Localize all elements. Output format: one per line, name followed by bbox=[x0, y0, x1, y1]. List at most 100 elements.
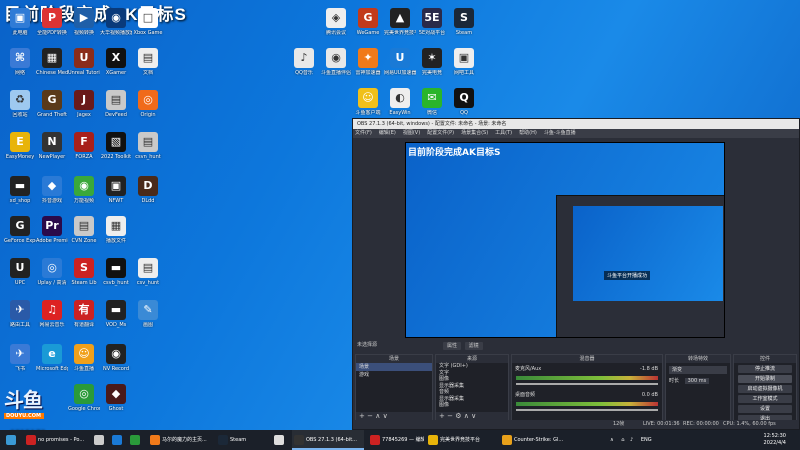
source-item[interactable]: 图像 bbox=[436, 402, 508, 409]
taskbar-button[interactable] bbox=[110, 430, 126, 450]
desktop-icon[interactable]: ◈ 腾讯会议 bbox=[320, 8, 352, 36]
desktop-icon[interactable]: ▶ 视频转换 bbox=[68, 8, 100, 36]
desktop-icon[interactable]: Pr Adobe Premiere bbox=[36, 216, 68, 244]
move-up-icon[interactable]: ∧ bbox=[375, 412, 380, 420]
desktop-icon[interactable]: ◉ 大华视频播放器 bbox=[100, 8, 132, 36]
tray-up-arrow-icon[interactable]: ∧ bbox=[610, 437, 614, 443]
obs-menu-item[interactable]: 工具(T) bbox=[495, 130, 512, 136]
desktop-icon[interactable]: ✎ 画图 bbox=[132, 300, 164, 328]
desktop-icon[interactable]: ◐ EasyWin bbox=[384, 88, 416, 116]
desktop-icon[interactable]: ◎ Uplay / 高清 bbox=[36, 258, 68, 286]
desktop-icon[interactable]: 有有道翻译 bbox=[68, 300, 100, 328]
source-settings-icon[interactable]: ⚙ bbox=[455, 412, 461, 420]
desktop-icon[interactable]: ▦ Chinese Media bbox=[36, 48, 68, 76]
desktop-icon[interactable]: ◉ 斗鱼直播伴侣 bbox=[320, 48, 352, 76]
add-scene-icon[interactable]: + bbox=[359, 412, 365, 420]
obs-preview-canvas[interactable]: 目前阶段完成AK目标S 斗鱼平台开播成功 bbox=[405, 142, 725, 338]
move-up-icon[interactable]: ∧ bbox=[464, 412, 469, 420]
obs-window[interactable]: OBS 27.1.3 (64-bit, windows) - 配置文件: 未命名… bbox=[352, 118, 800, 430]
system-tray[interactable]: ∧ ⌂ ♪ ENG bbox=[610, 430, 652, 450]
desktop-icon[interactable]: U UPC bbox=[4, 258, 36, 286]
desktop-icon[interactable]: ☺ 斗鱼直播 bbox=[68, 344, 100, 372]
desktop-icon[interactable]: ◉ NV Record bbox=[100, 344, 132, 372]
desktop-icon[interactable]: ▣ NFWT bbox=[100, 176, 132, 204]
desktop-icon[interactable]: ⌘ 网络 bbox=[4, 48, 36, 76]
desktop-icon[interactable]: □ Xbox Game bbox=[132, 8, 164, 36]
desktop-icon[interactable]: ▬ csvb_hunt bbox=[100, 258, 132, 286]
scene-item[interactable]: 游戏 bbox=[356, 371, 432, 379]
taskbar-button[interactable]: OBS 27.1.3 (64-bit... bbox=[292, 430, 364, 450]
desktop-icon[interactable]: ✉ 微信 bbox=[416, 88, 448, 116]
desktop-icon[interactable]: ▤ csv_hunt bbox=[132, 258, 164, 286]
volume-slider[interactable] bbox=[516, 409, 658, 411]
taskbar-button[interactable]: Counter-Strike: Gl... bbox=[500, 430, 572, 450]
transition-type-select[interactable]: 渐变 bbox=[669, 366, 727, 374]
desktop-icon[interactable]: 5E 5E对战平台 bbox=[416, 8, 448, 36]
control-button[interactable]: 启动虚拟摄像机 bbox=[738, 385, 792, 393]
desktop-icon[interactable]: ▣ 此电脑 bbox=[4, 8, 36, 36]
obs-menu-item[interactable]: 斗鱼-斗鱼直播 bbox=[544, 130, 576, 136]
taskbar-button[interactable]: 完美世界竞技平台 bbox=[426, 430, 498, 450]
obs-menu-item[interactable]: 场景集合(S) bbox=[461, 130, 488, 136]
desktop-icon[interactable]: ◎ Origin bbox=[132, 90, 164, 118]
desktop-icon[interactable]: ✈ 飞书 bbox=[4, 344, 36, 372]
obs-menu-item[interactable]: 配置文件(P) bbox=[427, 130, 454, 136]
desktop-icon[interactable]: F FORZA bbox=[68, 132, 100, 160]
desktop-icon[interactable]: ✶ 完美电竞 bbox=[416, 48, 448, 76]
filters-button[interactable]: 滤镜 bbox=[464, 342, 483, 350]
taskbar-button[interactable] bbox=[128, 430, 144, 450]
desktop-icon[interactable]: ▤ CVN Zone bbox=[68, 216, 100, 244]
desktop-icon[interactable]: G GeForce Experience bbox=[4, 216, 36, 244]
volume-icon[interactable]: ♪ bbox=[630, 437, 633, 443]
desktop-icon[interactable]: G Grand Theft bbox=[36, 90, 68, 118]
desktop-icon[interactable]: ▬ VOD_Ms bbox=[100, 300, 132, 328]
remove-scene-icon[interactable]: − bbox=[367, 412, 373, 420]
desktop-icon[interactable]: ▧ 2022 Toolkit bbox=[100, 132, 132, 160]
desktop-icon[interactable]: D DLdd bbox=[132, 176, 164, 204]
desktop-icon[interactable]: ♻ 回收站 bbox=[4, 90, 36, 118]
desktop-icon[interactable]: J Jagex bbox=[68, 90, 100, 118]
desktop-icon[interactable]: ▣ 网吧工具 bbox=[448, 48, 480, 76]
desktop-icon[interactable]: ▲ 完美世界竞技平台 bbox=[384, 8, 416, 36]
desktop-icon[interactable]: ♫ 网易云音乐 bbox=[36, 300, 68, 328]
control-button[interactable]: 开始录制 bbox=[738, 375, 792, 383]
desktop-icon[interactable]: S Steam Lib bbox=[68, 258, 100, 286]
obs-menu-item[interactable]: 帮助(H) bbox=[519, 130, 537, 136]
desktop-icon[interactable]: ▤ 文档 bbox=[132, 48, 164, 76]
desktop-icon[interactable]: P 全能PDF转换 bbox=[36, 8, 68, 36]
control-button[interactable]: 设置 bbox=[738, 405, 792, 413]
control-button[interactable]: 工作室模式 bbox=[738, 395, 792, 403]
desktop-icon[interactable]: ▤ csvn_hunt bbox=[132, 132, 164, 160]
move-down-icon[interactable]: ∨ bbox=[471, 412, 476, 420]
desktop-icon[interactable]: E EasyMoney bbox=[4, 132, 36, 160]
desktop-icon[interactable]: N NewPlayer bbox=[36, 132, 68, 160]
desktop-icon[interactable]: e Microsoft Edge bbox=[36, 344, 68, 372]
control-button[interactable]: 停止推流 bbox=[738, 365, 792, 373]
desktop-icon[interactable]: U 网易UU加速器 bbox=[384, 48, 416, 76]
duration-input[interactable]: 300 ms bbox=[684, 378, 710, 384]
start-button[interactable] bbox=[2, 430, 20, 450]
desktop-icon[interactable]: ✈ 路由工具 bbox=[4, 300, 36, 328]
network-icon[interactable]: ⌂ bbox=[621, 437, 624, 443]
scene-item[interactable]: 场景 bbox=[356, 363, 432, 371]
desktop-icon[interactable]: S Steam bbox=[448, 8, 480, 36]
desktop-icon[interactable]: ☺ 斗鱼客户端 bbox=[352, 88, 384, 116]
add-source-icon[interactable]: + bbox=[439, 412, 445, 420]
taskbar-button[interactable]: 77845269 — 编辑... bbox=[368, 430, 424, 450]
clock[interactable]: 12:52:30 2022/4/4 bbox=[764, 433, 786, 447]
obs-menu-item[interactable]: 编辑(E) bbox=[379, 130, 396, 136]
input-language[interactable]: ENG bbox=[641, 437, 652, 443]
desktop-icon[interactable]: ◆ Ghost bbox=[100, 384, 132, 412]
obs-title-bar[interactable]: OBS 27.1.3 (64-bit, windows) - 配置文件: 未命名… bbox=[353, 119, 799, 129]
move-down-icon[interactable]: ∨ bbox=[383, 412, 388, 420]
taskbar-button[interactable]: 马尔的魔力的主页... bbox=[148, 430, 212, 450]
desktop-icon[interactable]: Q QQ bbox=[448, 88, 480, 116]
desktop-icon[interactable]: ◎ Google Chrome bbox=[68, 384, 100, 412]
desktop-icon[interactable]: X XGamer bbox=[100, 48, 132, 76]
desktop-icon[interactable]: ◆ 抖音游戏 bbox=[36, 176, 68, 204]
desktop-icon[interactable]: ♪ QQ音乐 bbox=[288, 48, 320, 76]
desktop-icon[interactable]: ▬ xd_shop bbox=[4, 176, 36, 204]
desktop-icon[interactable]: U Unreal Tutorial bbox=[68, 48, 100, 76]
remove-source-icon[interactable]: − bbox=[447, 412, 453, 420]
desktop-icon[interactable]: ▦ 播放文件 bbox=[100, 216, 132, 244]
